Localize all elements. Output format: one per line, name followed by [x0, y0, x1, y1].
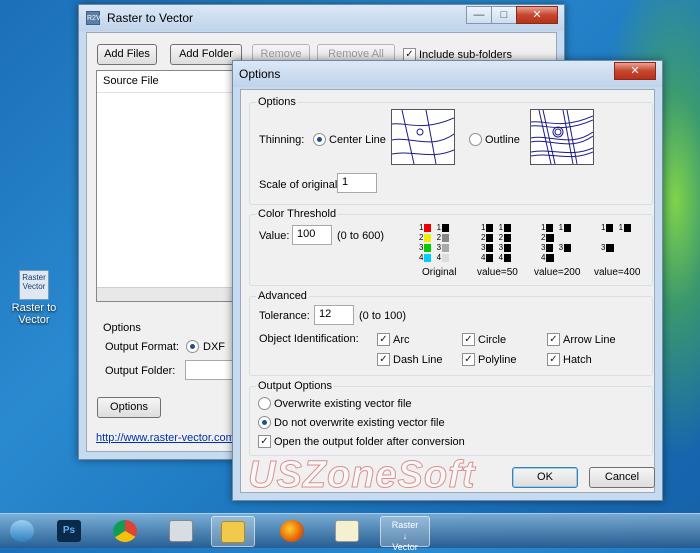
taskbar: Ps Raster ↓ Vector [0, 513, 700, 552]
taskbar-chrome[interactable] [103, 516, 147, 547]
dxf-label: DXF [203, 341, 225, 353]
minimize-icon[interactable]: — [466, 6, 492, 24]
photoshop-icon: Ps [57, 520, 81, 542]
arc-label: Arc [393, 334, 410, 346]
app-icon: R2V [86, 11, 101, 25]
output-folder-label: Output Folder: [105, 365, 176, 377]
options-group-title: Options [256, 96, 298, 108]
overwrite-radio[interactable] [258, 397, 271, 410]
website-link[interactable]: http://www.raster-vector.com [96, 432, 235, 444]
arc-checkbox[interactable]: ✓ [377, 333, 390, 346]
taskbar-calculator[interactable] [159, 516, 203, 547]
options-client: Options Thinning: Center Line Outline Sc… [240, 89, 655, 493]
advanced-title: Advanced [256, 290, 309, 302]
raster-vector-icon: Raster ↓ Vector [381, 520, 429, 553]
dxf-radio[interactable] [186, 340, 199, 353]
value-field[interactable]: 100 [292, 225, 332, 245]
object-identification-label: Object Identification: [259, 333, 359, 345]
output-format-label: Output Format: [105, 341, 179, 353]
output-folder-field[interactable] [185, 360, 235, 380]
open-folder-label: Open the output folder after conversion [274, 436, 465, 448]
chrome-icon [113, 520, 137, 542]
close-icon[interactable]: ✕ [516, 6, 558, 24]
dash-line-label: Dash Line [393, 354, 443, 366]
overwrite-label: Overwrite existing vector file [274, 398, 412, 410]
no-overwrite-label: Do not overwrite existing vector file [274, 417, 445, 429]
value-label: Value: [259, 230, 290, 242]
taskbar-raster-to-vector[interactable]: Raster ↓ Vector [380, 516, 430, 552]
raster-to-vector-icon: Raster Vector [19, 270, 49, 300]
thinning-label: Thinning: [259, 134, 305, 146]
center-line-radio[interactable] [313, 133, 326, 146]
taskbar-firefox[interactable] [270, 516, 314, 547]
ok-button[interactable]: OK [512, 467, 578, 488]
start-orb-icon [10, 520, 34, 542]
arrow-line-checkbox[interactable]: ✓ [547, 333, 560, 346]
options-group-title: Options [103, 322, 141, 334]
options-dialog: Options ✕ Options Thinning: Center Line [232, 60, 663, 501]
polyline-label: Polyline [478, 354, 517, 366]
options-dialog-title: Options [239, 67, 281, 81]
threshold-200: 11 2 33 4 [541, 223, 571, 263]
circle-label: Circle [478, 334, 507, 346]
taskbar-photoshop[interactable]: Ps [47, 516, 91, 547]
main-titlebar[interactable]: R2V Raster to Vector — □ ✕ [79, 5, 564, 31]
taskbar-explorer[interactable] [211, 516, 255, 547]
caption-original: Original [422, 267, 457, 278]
output-options-title: Output Options [256, 380, 334, 392]
tolerance-label: Tolerance: [259, 310, 310, 322]
hatch-label: Hatch [563, 354, 592, 366]
options-titlebar[interactable]: Options ✕ [233, 61, 662, 87]
color-threshold-title: Color Threshold [256, 208, 339, 220]
outline-radio[interactable] [469, 133, 482, 146]
raster-label: Raster [391, 520, 419, 530]
watermark-text: USZoneSoft [247, 454, 476, 497]
close-icon[interactable]: ✕ [614, 62, 656, 80]
outline-label: Outline [485, 134, 520, 146]
notepad-icon [335, 520, 359, 542]
center-line-preview [391, 109, 455, 165]
no-overwrite-radio[interactable] [258, 416, 271, 429]
hatch-checkbox[interactable]: ✓ [547, 353, 560, 366]
value-range: (0 to 600) [337, 230, 385, 242]
tolerance-field[interactable]: 12 [314, 305, 354, 325]
threshold-50: 11 22 33 44 [481, 223, 511, 263]
taskbar-notepad[interactable] [325, 516, 369, 547]
center-line-label: Center Line [329, 134, 386, 146]
folder-icon [221, 521, 245, 543]
caption-value-400: value=400 [594, 267, 641, 278]
circle-checkbox[interactable]: ✓ [462, 333, 475, 346]
scale-label: Scale of original: [259, 179, 341, 191]
scale-field[interactable]: 1 [337, 173, 377, 193]
desktop-icon-raster-to-vector[interactable]: Raster Vector Raster to Vector [6, 270, 62, 326]
source-file-header[interactable]: Source File [97, 71, 235, 93]
threshold-original: 11 22 33 44 [419, 223, 449, 263]
outline-preview [530, 109, 594, 165]
maximize-icon[interactable]: □ [491, 6, 517, 24]
horizontal-scrollbar[interactable] [97, 287, 235, 301]
tolerance-range: (0 to 100) [359, 310, 407, 322]
source-file-list[interactable]: Source File [96, 70, 236, 302]
add-files-button[interactable]: Add Files [97, 44, 157, 65]
main-window-title: Raster to Vector [107, 11, 194, 25]
arrow-line-label: Arrow Line [563, 334, 616, 346]
firefox-icon [280, 520, 304, 542]
caption-value-50: value=50 [477, 267, 518, 278]
options-button[interactable]: Options [97, 397, 161, 418]
arrow-down-icon: ↓ [402, 531, 408, 541]
desktop-icon-label: Raster to Vector [11, 302, 57, 326]
start-button[interactable] [0, 516, 44, 547]
polyline-checkbox[interactable]: ✓ [462, 353, 475, 366]
calculator-icon [169, 520, 193, 542]
dash-line-checkbox[interactable]: ✓ [377, 353, 390, 366]
cancel-button[interactable]: Cancel [589, 467, 655, 488]
threshold-400: 11 3 [601, 223, 631, 263]
open-folder-checkbox[interactable]: ✓ [258, 435, 271, 448]
caption-value-200: value=200 [534, 267, 581, 278]
